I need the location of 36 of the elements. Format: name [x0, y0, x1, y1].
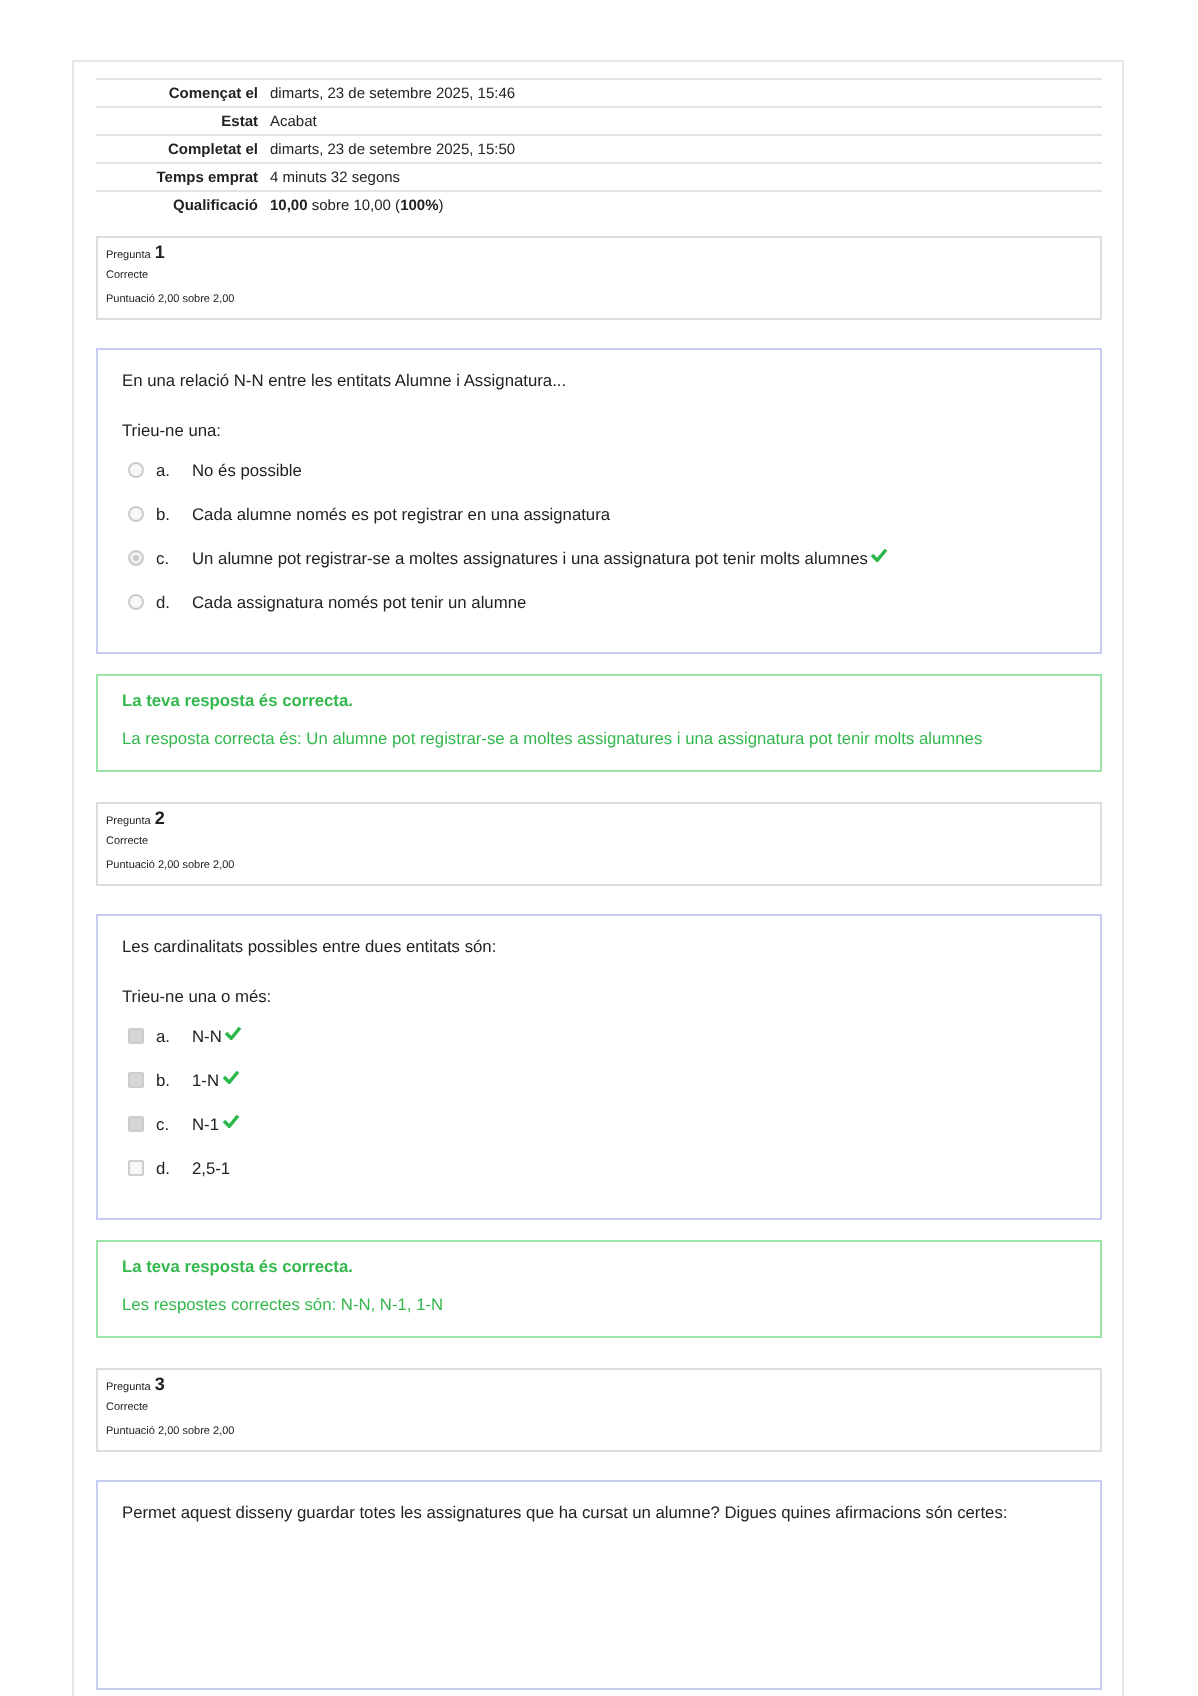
radio-button[interactable]: [128, 594, 144, 610]
checkbox[interactable]: [128, 1160, 144, 1176]
option-letter: c.: [156, 1114, 172, 1134]
option-letter: a.: [156, 1026, 172, 1046]
radio-button[interactable]: [128, 506, 144, 522]
question-number: 1: [154, 246, 165, 258]
option-text: Cada assignatura només pot tenir un alumne: [192, 592, 527, 612]
option-letter: b.: [156, 504, 172, 524]
feedback-title: La teva resposta és correcta.: [122, 1256, 355, 1276]
checkbox[interactable]: [128, 1072, 144, 1088]
radio-button[interactable]: [128, 462, 144, 478]
option-text: Un alumne pot registrar-se a moltes assignatures i una assignatura pot tenir molts alumnes: [192, 548, 868, 568]
option-text: Cada alumne només es pot registrar en una assignatura: [192, 504, 611, 524]
question-text: Permet aquest disseny guardar totes les assignatures que ha cursat un alumne? Digues quines afirmacions són certes:: [122, 1500, 1010, 1526]
feedback-title: La teva resposta és correcta.: [122, 690, 355, 710]
feedback-text: La resposta correcta és: Un alumne pot registrar-se a moltes assignatures i una assignatura pot tenir molts alumnes: [122, 726, 985, 752]
radio-button[interactable]: [128, 550, 144, 566]
option-text: 2,5-1: [192, 1158, 231, 1178]
question-text: Les cardinalitats possibles entre dues entitats són:: [122, 934, 499, 960]
feedback-text: Les respostes correctes són: N-N, N-1, 1-N: [122, 1292, 446, 1318]
option-letter: d.: [156, 592, 172, 612]
question-text: En una relació N-N entre les entitats Alumne i Assignatura...: [122, 368, 569, 394]
checkbox[interactable]: [128, 1028, 144, 1044]
checkbox[interactable]: [128, 1116, 144, 1132]
answer-prompt: Trieu-ne una:: [122, 420, 224, 440]
option-text: N-N: [192, 1026, 222, 1046]
question-number: 2: [154, 812, 165, 824]
option-letter: c.: [156, 548, 172, 568]
option-letter: a.: [156, 460, 172, 480]
question-number: 3: [154, 1378, 165, 1390]
answer-prompt: Trieu-ne una o més:: [122, 986, 274, 1006]
option-letter: b.: [156, 1070, 172, 1090]
option-letter: d.: [156, 1158, 172, 1178]
option-text: N-1: [192, 1114, 219, 1134]
option-text: No és possible: [192, 460, 302, 480]
option-text: 1-N: [192, 1070, 219, 1090]
